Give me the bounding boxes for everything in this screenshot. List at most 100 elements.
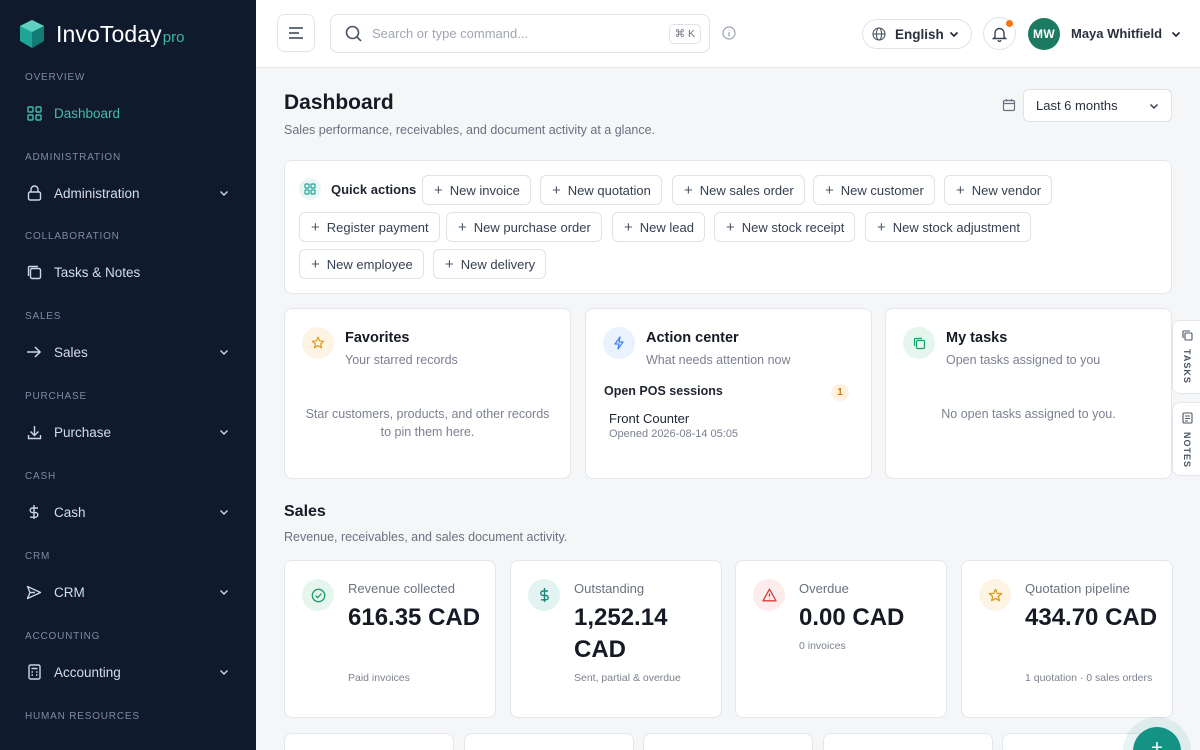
page-subtitle: Sales performance, receivables, and docu… bbox=[284, 123, 656, 137]
menu-toggle-button[interactable] bbox=[277, 14, 315, 52]
stat-value: 434.70 CAD bbox=[1025, 604, 1158, 631]
plus-icon: + bbox=[684, 181, 693, 199]
check-circle-icon bbox=[302, 579, 334, 611]
main-content: Dashboard Sales performance, receivables… bbox=[256, 68, 1200, 750]
sidebar-item-purchase[interactable]: Purchase bbox=[0, 413, 256, 451]
side-tab-label: NOTES bbox=[1182, 432, 1192, 469]
plus-icon: + bbox=[825, 181, 834, 199]
button-label: New employee bbox=[326, 256, 413, 272]
action-center-card: Action center What needs attention now O… bbox=[585, 308, 872, 479]
stat-card-quotation-pipeline[interactable]: Quotation pipeline 434.70 CAD 1 quotatio… bbox=[961, 560, 1173, 718]
language-select[interactable]: English bbox=[862, 19, 972, 49]
plus-icon: + bbox=[552, 181, 561, 199]
stat-value: 616.35 CAD bbox=[348, 604, 481, 631]
new-invoice-button[interactable]: + New invoice bbox=[422, 175, 531, 205]
grid-icon bbox=[299, 178, 321, 200]
new-sales-order-button[interactable]: + New sales order bbox=[672, 175, 805, 205]
date-range-select[interactable]: Last 6 months bbox=[1023, 89, 1172, 122]
new-stock-receipt-button[interactable]: + New stock receipt bbox=[714, 212, 856, 242]
chevron-down-icon bbox=[218, 346, 230, 358]
nav-heading: HUMAN RESOURCES bbox=[25, 711, 140, 722]
chevron-down-icon bbox=[218, 426, 230, 438]
user-name: Maya Whitfield bbox=[1071, 26, 1163, 41]
favorites-subtitle: Your starred records bbox=[345, 353, 458, 367]
nav-heading: COLLABORATION bbox=[25, 231, 120, 242]
new-purchase-order-button[interactable]: + New purchase order bbox=[446, 212, 602, 242]
dollar-icon bbox=[25, 503, 43, 521]
plus-icon: + bbox=[624, 218, 633, 236]
nav-section-sales: SALES Sales bbox=[0, 310, 256, 371]
nav-heading: PURCHASE bbox=[25, 391, 87, 402]
sidebar-item-accounting[interactable]: Accounting bbox=[0, 653, 256, 691]
sidebar-item-dashboard[interactable]: Dashboard bbox=[0, 94, 256, 132]
search-input[interactable] bbox=[372, 26, 669, 41]
nav-section-purchase: PURCHASE Purchase bbox=[0, 390, 256, 451]
nav-section-human-resources: HUMAN RESOURCES bbox=[0, 710, 256, 724]
bolt-icon bbox=[603, 327, 635, 359]
pos-session-opened: Opened 2026-08-14 05:05 bbox=[609, 428, 739, 440]
language-label: English bbox=[895, 26, 944, 42]
favorites-title: Favorites bbox=[345, 330, 410, 346]
action-center-subtitle: What needs attention now bbox=[646, 353, 791, 367]
button-label: New stock adjustment bbox=[892, 219, 1020, 235]
brand[interactable]: InvoToday pro bbox=[0, 0, 256, 68]
sidebar-item-sales[interactable]: Sales bbox=[0, 333, 256, 371]
copy-icon bbox=[903, 327, 935, 359]
chevron-down-icon bbox=[1171, 31, 1181, 37]
sales-section-title: Sales bbox=[284, 503, 326, 520]
stat-note: 0 invoices bbox=[799, 640, 846, 652]
quick-actions-label: Quick actions bbox=[331, 181, 417, 197]
new-employee-button[interactable]: + New employee bbox=[299, 249, 424, 279]
brand-suffix: pro bbox=[162, 28, 185, 46]
note-icon bbox=[1181, 412, 1193, 424]
my-tasks-subtitle: Open tasks assigned to you bbox=[946, 353, 1101, 367]
nav-section-collaboration: COLLABORATION Tasks & Notes bbox=[0, 230, 256, 291]
register-payment-button[interactable]: + Register payment bbox=[299, 212, 440, 242]
new-stock-adjustment-button[interactable]: + New stock adjustment bbox=[865, 212, 1031, 242]
plus-icon: + bbox=[726, 218, 735, 236]
dollar-icon bbox=[528, 579, 560, 611]
send-icon bbox=[25, 583, 43, 601]
brand-logo-icon bbox=[20, 20, 44, 48]
sidebar-item-tasks-notes[interactable]: Tasks & Notes bbox=[0, 253, 256, 291]
search-shortcut: ⌘ K bbox=[668, 23, 701, 44]
search-icon bbox=[345, 25, 362, 42]
stat-card-revenue[interactable]: Revenue collected 616.35 CAD Paid invoic… bbox=[284, 560, 496, 718]
search-box[interactable]: ⌘ K bbox=[330, 14, 710, 53]
sidebar-item-label: Accounting bbox=[54, 664, 121, 680]
sidebar-item-administration[interactable]: Administration bbox=[0, 174, 256, 212]
stat-label: Overdue bbox=[799, 581, 849, 596]
grid-icon bbox=[25, 104, 43, 122]
notifications-button[interactable] bbox=[983, 17, 1016, 50]
sidebar-item-label: Dashboard bbox=[54, 105, 121, 121]
button-label: New invoice bbox=[449, 182, 520, 198]
sidebar-item-crm[interactable]: CRM bbox=[0, 573, 256, 611]
button-label: New customer bbox=[840, 182, 924, 198]
sidebar-item-label: Administration bbox=[54, 185, 140, 201]
new-customer-button[interactable]: + New customer bbox=[813, 175, 935, 205]
user-menu[interactable]: MW Maya Whitfield bbox=[1028, 17, 1181, 50]
sidebar-item-label: Tasks & Notes bbox=[54, 264, 141, 280]
new-quotation-button[interactable]: + New quotation bbox=[540, 175, 662, 205]
new-vendor-button[interactable]: + New vendor bbox=[944, 175, 1053, 205]
sidebar-item-cash[interactable]: Cash bbox=[0, 493, 256, 531]
side-tab-label: TASKS bbox=[1182, 349, 1192, 384]
stat-card-overdue[interactable]: Overdue 0.00 CAD 0 invoices bbox=[735, 560, 947, 718]
stat-value: 1,252.14 CAD bbox=[574, 604, 668, 663]
calculator-icon bbox=[25, 663, 43, 681]
notes-side-tab[interactable]: NOTES bbox=[1172, 402, 1200, 476]
stat-label: Quotation pipeline bbox=[1025, 581, 1130, 596]
button-label: New stock receipt bbox=[741, 219, 845, 235]
new-lead-button[interactable]: + New lead bbox=[612, 212, 705, 242]
my-tasks-card: My tasks Open tasks assigned to you No o… bbox=[885, 308, 1172, 479]
quick-actions-heading: Quick actions bbox=[299, 178, 416, 200]
new-delivery-button[interactable]: + New delivery bbox=[433, 249, 547, 279]
favorites-card: Favorites Your starred records Star cust… bbox=[284, 308, 571, 479]
info-icon[interactable] bbox=[722, 26, 736, 40]
tasks-side-tab[interactable]: TASKS bbox=[1172, 320, 1200, 394]
pos-session-name[interactable]: Front Counter bbox=[609, 411, 689, 426]
page-title: Dashboard bbox=[284, 91, 394, 114]
stat-card-outstanding[interactable]: Outstanding 1,252.14 CAD Sent, partial &… bbox=[510, 560, 722, 718]
chevron-down-icon bbox=[218, 666, 230, 678]
plus-icon: + bbox=[434, 181, 443, 199]
